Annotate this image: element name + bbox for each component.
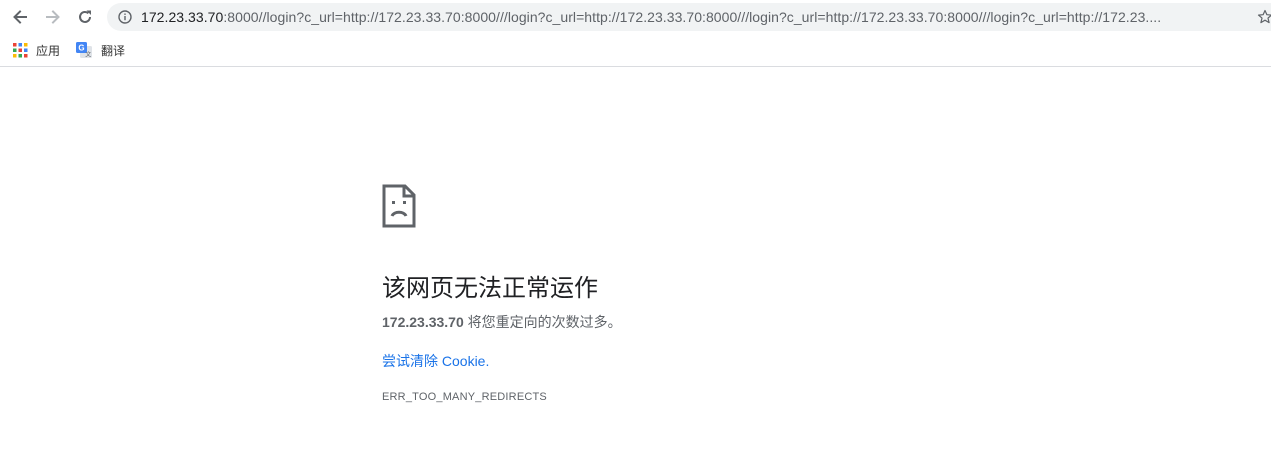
url-host: 172.23.33.70: [141, 9, 224, 25]
address-bar[interactable]: 172.23.33.70:8000//login?c_url=http://17…: [107, 3, 1271, 31]
url-text[interactable]: 172.23.33.70:8000//login?c_url=http://17…: [141, 9, 1249, 25]
google-translate-icon: G 文: [76, 41, 92, 58]
bookmark-apps[interactable]: 应用: [13, 40, 60, 60]
info-icon[interactable]: [118, 10, 132, 24]
back-arrow-icon: [13, 10, 27, 24]
bookmark-translate-label: 翻译: [101, 43, 126, 58]
clear-cookies-link[interactable]: 尝试清除 Cookie.: [382, 351, 489, 371]
browser-toolbar: 172.23.33.70:8000//login?c_url=http://17…: [0, 0, 1271, 34]
sad-page-icon: [382, 184, 416, 228]
error-title: 该网页无法正常运作: [382, 275, 598, 302]
error-message: 172.23.33.70 将您重定向的次数过多。: [382, 312, 1082, 332]
bookmark-translate[interactable]: G 文 翻译: [76, 40, 125, 60]
error-message-text: 将您重定向的次数过多。: [463, 314, 622, 330]
back-button[interactable]: [8, 5, 32, 29]
reload-icon: [79, 10, 91, 23]
bookmark-apps-label: 应用: [36, 43, 61, 58]
svg-text:文: 文: [85, 50, 91, 58]
error-content: 该网页无法正常运作 172.23.33.70 将您重定向的次数过多。 尝试清除 …: [382, 184, 1082, 404]
forward-button[interactable]: [41, 5, 65, 29]
forward-arrow-icon: [46, 10, 60, 24]
svg-text:G: G: [78, 43, 84, 52]
star-icon[interactable]: [1257, 9, 1271, 25]
error-host: 172.23.33.70: [382, 314, 464, 330]
url-path: :8000//login?c_url=http://172.23.33.70:8…: [223, 9, 1162, 25]
error-code: ERR_TOO_MANY_REDIRECTS: [382, 391, 547, 403]
reload-button[interactable]: [73, 5, 97, 29]
bookmarks-bar: 应用 G 文 翻译: [0, 34, 1271, 67]
apps-grid-icon: [13, 42, 28, 57]
